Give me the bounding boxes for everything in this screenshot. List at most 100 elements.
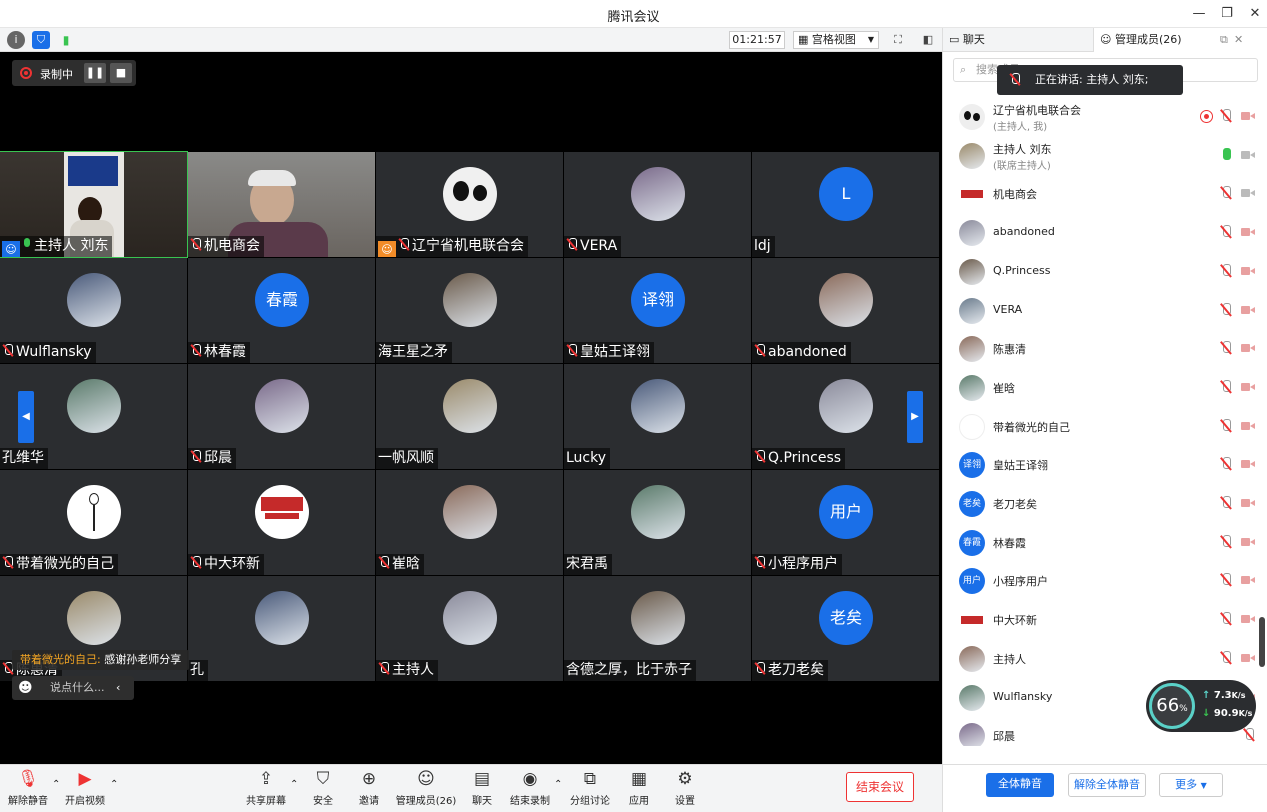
camera-icon[interactable] xyxy=(1241,188,1255,198)
view-mode-dropdown[interactable]: ▦ 宫格视图 ▼ xyxy=(793,31,879,49)
video-tile[interactable]: 带着微光的自己 xyxy=(0,470,187,575)
manage-members-button[interactable]: ☺ 管理成员(26) xyxy=(394,769,458,811)
camera-off-icon[interactable] xyxy=(1241,537,1255,547)
maximize-button[interactable]: ❐ xyxy=(1215,4,1239,24)
camera-off-icon[interactable] xyxy=(1241,614,1255,624)
video-tile[interactable]: 孔 xyxy=(188,576,375,681)
camera-off-icon[interactable] xyxy=(1241,421,1255,431)
more-button[interactable]: 更多 ▼ xyxy=(1159,773,1223,797)
shield-icon[interactable]: ⛉ xyxy=(32,31,50,49)
video-tile[interactable]: 机电商会 xyxy=(188,152,375,257)
mic-muted-icon[interactable] xyxy=(1220,496,1232,510)
video-tile[interactable]: VERA xyxy=(564,152,751,257)
mic-on-icon[interactable] xyxy=(1220,147,1232,162)
video-tile[interactable]: 主持人 xyxy=(376,576,563,681)
member-row[interactable]: 中大环新 xyxy=(943,601,1267,639)
member-row[interactable]: abandoned xyxy=(943,214,1267,252)
tab-chat[interactable]: ▭ 聊天 xyxy=(949,28,985,52)
camera-off-icon[interactable] xyxy=(1241,227,1255,237)
video-tile[interactable]: 老矣 老刀老矣 xyxy=(752,576,939,681)
breakout-rooms-button[interactable]: ⧉ 分组讨论 xyxy=(562,769,618,811)
close-button[interactable]: ✕ xyxy=(1243,4,1267,24)
invite-button[interactable]: ⊕ 邀请 xyxy=(341,769,397,811)
network-widget[interactable]: 66% ↑ 7.3K/s ↓ 90.9K/s xyxy=(1146,680,1256,732)
mic-muted-icon[interactable] xyxy=(1220,573,1232,587)
member-row[interactable]: 主持人 xyxy=(943,640,1267,678)
popout-icon[interactable]: ⧉ xyxy=(1220,28,1228,52)
video-tile[interactable]: 中大环新 xyxy=(188,470,375,575)
member-row[interactable]: VERA xyxy=(943,292,1267,330)
mic-muted-icon[interactable] xyxy=(1220,612,1232,626)
end-meeting-button[interactable]: 结束会议 xyxy=(846,772,914,802)
video-tile[interactable]: Wulflansky xyxy=(0,258,187,363)
video-tile[interactable]: Lldj xyxy=(752,152,939,257)
camera-off-icon[interactable] xyxy=(1241,498,1255,508)
mic-muted-icon[interactable] xyxy=(1220,418,1232,433)
video-tile[interactable]: 含德之厚，比于赤子 xyxy=(564,576,751,681)
member-row[interactable]: Q.Princess xyxy=(943,253,1267,291)
end-recording-button[interactable]: ◉ 结束录制 xyxy=(502,769,558,811)
mic-muted-icon[interactable] xyxy=(1220,109,1232,123)
prev-page-icon[interactable]: ◀ xyxy=(18,391,34,443)
camera-off-icon[interactable] xyxy=(1241,343,1255,353)
member-row[interactable]: 春霞 林春霞 xyxy=(943,524,1267,562)
video-tile[interactable]: ☺ 主持人 刘东 xyxy=(0,151,188,258)
mic-muted-icon[interactable] xyxy=(1243,728,1255,742)
camera-off-icon[interactable] xyxy=(1241,111,1255,121)
member-list-scrollbar[interactable] xyxy=(1259,617,1265,667)
member-row[interactable]: 机电商会 xyxy=(943,175,1267,213)
video-tile[interactable]: 海王星之矛 xyxy=(376,258,563,363)
mic-muted-icon[interactable] xyxy=(1220,263,1232,278)
chat-quick-input[interactable]: ☻ 说点什么... ‹ xyxy=(12,676,134,700)
member-row[interactable]: 陈惠清 xyxy=(943,330,1267,368)
video-tile[interactable]: 春霞 林春霞 xyxy=(188,258,375,363)
video-tile[interactable]: 邱晨 xyxy=(188,364,375,469)
sidebar-toggle-icon[interactable]: ◧ xyxy=(919,31,937,49)
info-icon[interactable]: i xyxy=(7,31,25,49)
mic-muted-icon[interactable] xyxy=(1220,379,1232,394)
video-tile[interactable]: ☺ 辽宁省机电联合会 xyxy=(376,152,563,257)
video-tile[interactable]: Lucky xyxy=(564,364,751,469)
member-row[interactable]: 崔晗 xyxy=(943,369,1267,407)
video-tile[interactable]: 崔晗 xyxy=(376,470,563,575)
camera-off-icon[interactable] xyxy=(1241,382,1255,392)
camera-off-icon[interactable] xyxy=(1241,266,1255,276)
camera-off-icon[interactable] xyxy=(1241,653,1255,663)
member-row[interactable]: 辽宁省机电联合会 (主持人, 我) xyxy=(943,98,1267,136)
mic-muted-icon[interactable] xyxy=(1220,302,1232,317)
mic-muted-icon[interactable] xyxy=(1220,534,1232,549)
tab-members[interactable]: ☺ 管理成员(26) ⧉ ✕ xyxy=(1093,28,1267,52)
mic-muted-icon[interactable] xyxy=(1220,650,1232,665)
start-video-button[interactable]: ▶ 开启视频 xyxy=(57,769,113,811)
video-options-chevron-icon[interactable]: ⌃ xyxy=(110,779,118,790)
mic-muted-icon[interactable] xyxy=(1220,341,1232,355)
video-tile[interactable]: abandoned xyxy=(752,258,939,363)
camera-off-icon[interactable] xyxy=(1241,459,1255,469)
camera-icon[interactable] xyxy=(1241,150,1255,160)
mic-muted-icon[interactable] xyxy=(1220,186,1232,200)
video-tile[interactable]: 译翎 皇姑王译翎 xyxy=(564,258,751,363)
video-tile[interactable]: 用户 小程序用户 xyxy=(752,470,939,575)
member-row[interactable]: 译翎 皇姑王译翎 xyxy=(943,446,1267,484)
stop-recording-button[interactable]: ■ xyxy=(110,63,132,83)
mic-muted-icon[interactable] xyxy=(1220,457,1232,471)
member-row[interactable]: 用户 小程序用户 xyxy=(943,562,1267,600)
video-tile[interactable]: 一帆风顺 xyxy=(376,364,563,469)
minimize-button[interactable]: — xyxy=(1187,4,1211,24)
next-page-icon[interactable]: ▶ xyxy=(907,391,923,443)
panel-close-icon[interactable]: ✕ xyxy=(1234,28,1243,52)
signal-icon[interactable]: ▮ xyxy=(57,31,75,49)
unmute-all-button[interactable]: 解除全体静音 xyxy=(1068,773,1146,797)
chat-toast[interactable]: 带着微光的自己: 感谢孙老师分享 xyxy=(12,650,190,670)
collapse-chevron-icon[interactable]: ‹ xyxy=(116,676,120,700)
pause-recording-button[interactable]: ❚❚ xyxy=(84,63,106,83)
member-row[interactable]: 老矣 老刀老矣 xyxy=(943,485,1267,523)
member-row[interactable]: 带着微光的自己 xyxy=(943,408,1267,446)
mute-all-button[interactable]: 全体静音 xyxy=(986,773,1054,797)
camera-off-icon[interactable] xyxy=(1241,305,1255,315)
video-tile[interactable]: 宋君禹 xyxy=(564,470,751,575)
emoji-icon[interactable]: ☻ xyxy=(18,676,33,700)
share-screen-button[interactable]: ⇪ 共享屏幕 xyxy=(238,769,294,811)
settings-button[interactable]: ⚙ 设置 xyxy=(657,769,713,811)
fullscreen-icon[interactable]: ⛶ xyxy=(889,31,907,49)
